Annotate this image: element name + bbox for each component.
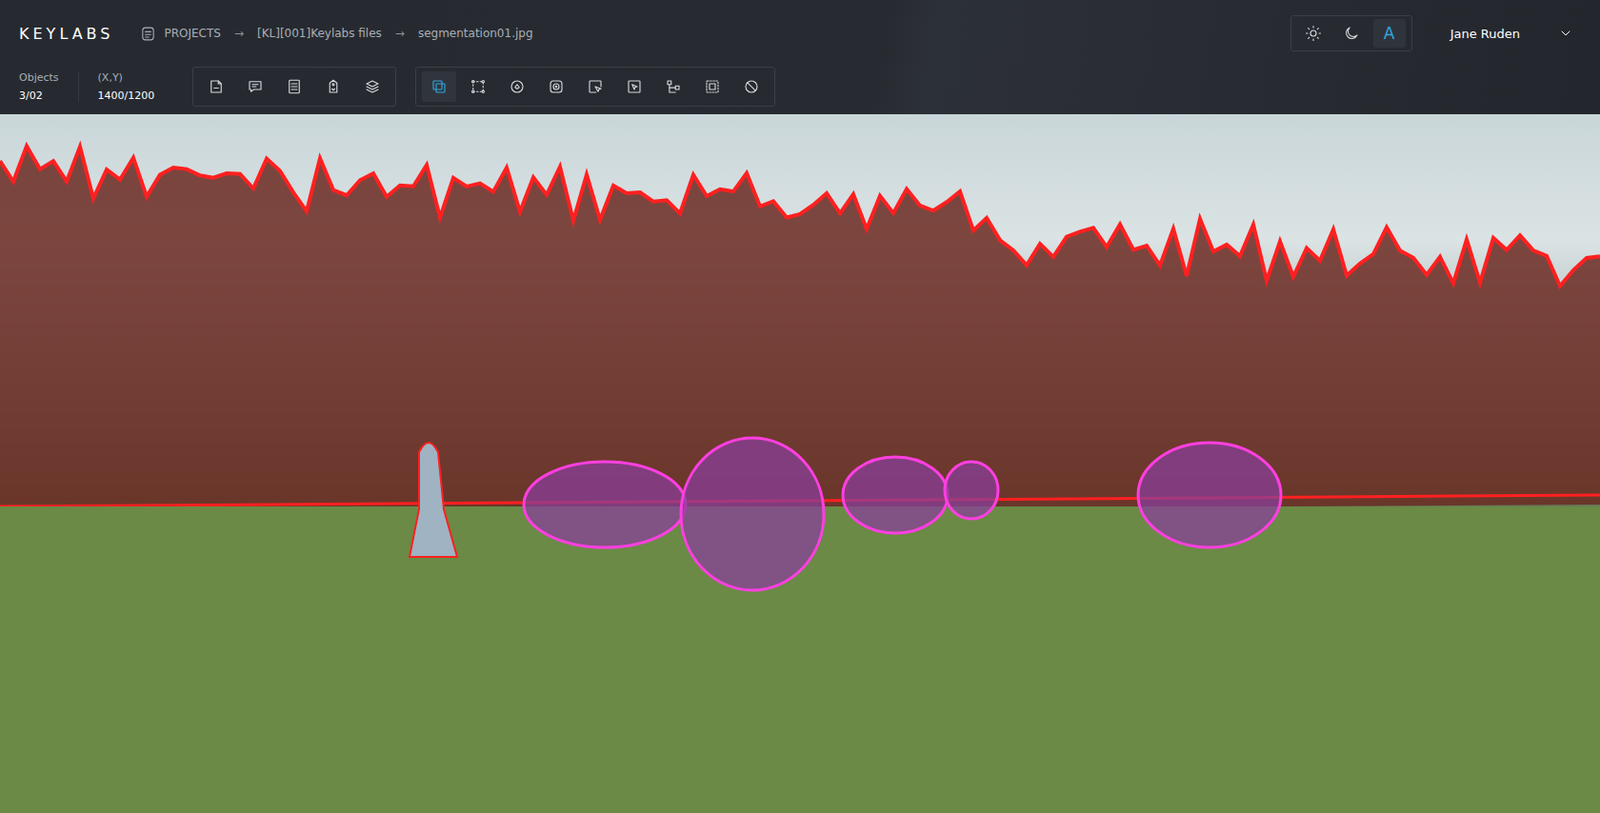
cursor-square-icon bbox=[586, 78, 604, 96]
tool-button[interactable] bbox=[617, 71, 652, 102]
breadcrumb-item[interactable]: PROJECTS bbox=[140, 25, 220, 42]
tool-button[interactable] bbox=[656, 71, 691, 102]
tool-button[interactable] bbox=[695, 71, 730, 102]
toolbar bbox=[415, 66, 776, 107]
breadcrumb-separator: → bbox=[395, 26, 405, 40]
tool-button[interactable] bbox=[199, 71, 234, 102]
tool-button[interactable] bbox=[355, 71, 390, 102]
toolbar bbox=[192, 66, 397, 107]
list-icon bbox=[140, 25, 157, 42]
breadcrumb-item[interactable]: segmentation01.jpg bbox=[418, 26, 534, 40]
tool-button[interactable] bbox=[277, 71, 312, 102]
logo[interactable]: KEYLABS bbox=[19, 24, 114, 43]
tool-button[interactable] bbox=[734, 71, 769, 102]
theme-button[interactable] bbox=[1335, 19, 1368, 48]
tool-button[interactable] bbox=[539, 71, 574, 102]
bounding-box-icon bbox=[430, 78, 448, 96]
chevron-down-icon bbox=[1558, 25, 1574, 41]
circle-brush-icon bbox=[508, 78, 526, 96]
tool-button[interactable] bbox=[421, 71, 457, 102]
moon-icon bbox=[1342, 24, 1360, 42]
breadcrumb-separator: → bbox=[234, 26, 244, 40]
image-canvas[interactable] bbox=[0, 114, 1600, 813]
grid-select-icon bbox=[703, 78, 721, 96]
tool-button[interactable] bbox=[460, 71, 496, 102]
new-page-icon bbox=[207, 78, 225, 96]
breadcrumb: PROJECTS → [KL][001]Keylabs files → segmenta… bbox=[140, 25, 533, 42]
theme-switcher: A bbox=[1290, 15, 1413, 52]
theme-button[interactable] bbox=[1297, 19, 1330, 48]
tree-icon bbox=[664, 78, 682, 96]
target-icon bbox=[547, 78, 565, 96]
theme-button[interactable]: A bbox=[1373, 19, 1406, 48]
no-entry-icon bbox=[742, 78, 760, 96]
stat: (X,Y)1400/1200 bbox=[78, 71, 175, 102]
stat: Objects3/02 bbox=[19, 71, 79, 102]
polygon-points-icon bbox=[469, 78, 487, 96]
tool-button[interactable] bbox=[238, 71, 273, 102]
layers-icon bbox=[363, 78, 381, 96]
tool-button[interactable] bbox=[316, 71, 351, 102]
user-menu[interactable]: Jane Ruden bbox=[1450, 25, 1574, 41]
sun-icon bbox=[1304, 24, 1322, 42]
cursor-icon bbox=[625, 78, 643, 96]
tag-icon bbox=[324, 78, 342, 96]
breadcrumb-item[interactable]: [KL][001]Keylabs files bbox=[257, 26, 382, 40]
list-icon bbox=[285, 78, 303, 96]
tool-button[interactable] bbox=[578, 71, 613, 102]
tool-button[interactable] bbox=[500, 71, 535, 102]
top-bar: KEYLABS PROJECTS → [KL][001]Keylabs files → s… bbox=[0, 0, 1600, 115]
comment-icon bbox=[246, 78, 264, 96]
